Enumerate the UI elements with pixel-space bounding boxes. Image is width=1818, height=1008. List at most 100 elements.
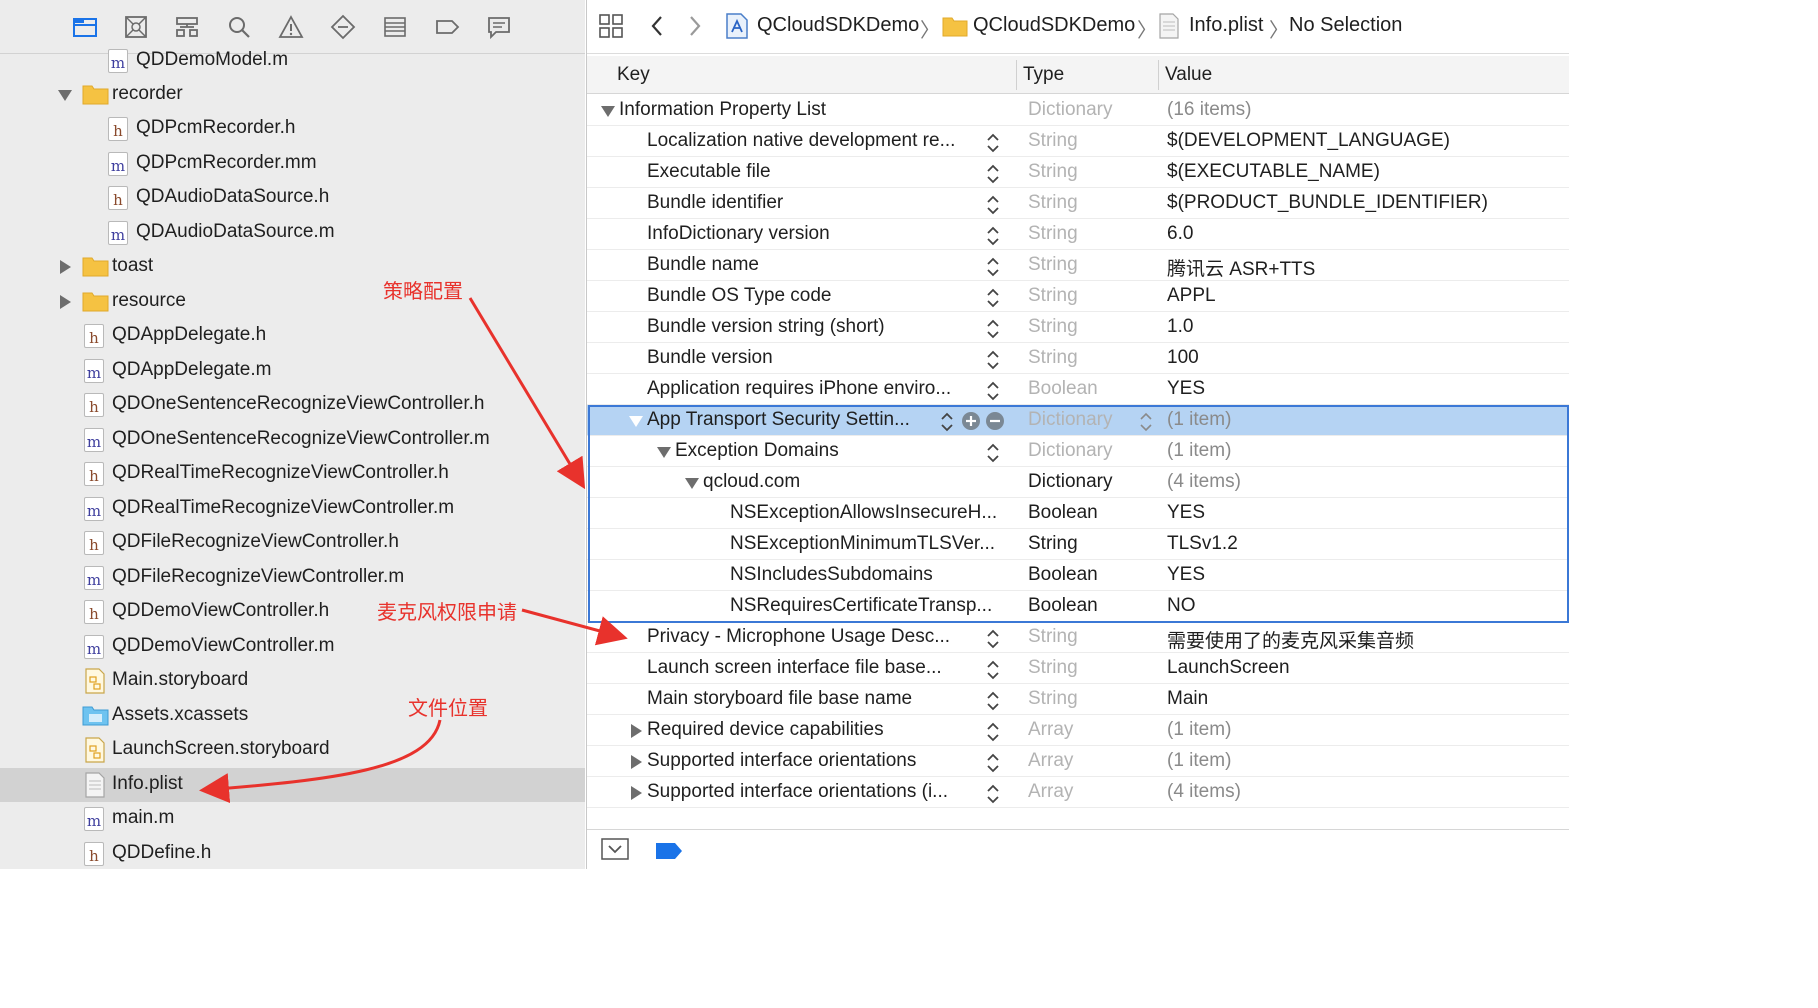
plist-row[interactable]: Bundle version string (short) String 1.0 [587, 312, 1569, 343]
disclosure-expanded-icon[interactable] [685, 476, 699, 490]
plist-row[interactable]: Supported interface orientations (i... Ar… [587, 777, 1569, 808]
plist-row[interactable]: Main storyboard file base name String Main [587, 684, 1569, 715]
plist-key[interactable]: NSExceptionAllowsInsecureH... [730, 502, 997, 524]
plist-type[interactable]: String [1028, 316, 1078, 338]
plist-row[interactable]: NSExceptionMinimumTLSVer... String TLSv1.2 [587, 529, 1569, 560]
plist-key[interactable]: Required device capabilities [647, 719, 884, 741]
key-stepper-icon[interactable] [985, 659, 1001, 681]
navigator-file-row[interactable]: LaunchScreen.storyboard [0, 733, 585, 767]
plist-key[interactable]: App Transport Security Settin... [647, 409, 910, 431]
key-stepper-icon[interactable] [985, 380, 1001, 402]
source-control-icon[interactable] [121, 12, 151, 42]
plist-value[interactable]: (4 items) [1167, 781, 1241, 803]
plist-type[interactable]: String [1028, 347, 1078, 369]
plist-key[interactable]: Information Property List [619, 99, 826, 121]
key-stepper-icon[interactable] [985, 132, 1001, 154]
navigator-file-row[interactable]: m QDAppDelegate.m [0, 354, 585, 388]
plist-value[interactable]: (1 item) [1167, 719, 1231, 741]
key-stepper-icon[interactable] [985, 225, 1001, 247]
plist-type[interactable]: Dictionary [1028, 409, 1112, 431]
plist-row[interactable]: App Transport Security Settin... Dictiona… [587, 405, 1569, 436]
plist-row[interactable]: Information Property List Dictionary (16 i… [587, 95, 1569, 126]
plist-type[interactable]: Boolean [1028, 378, 1098, 400]
plist-key[interactable]: NSIncludesSubdomains [730, 564, 933, 586]
plist-key[interactable]: Launch screen interface file base... [647, 657, 942, 679]
key-stepper-icon[interactable] [985, 628, 1001, 650]
navigator-file-row[interactable]: h QDPcmRecorder.h [0, 112, 585, 146]
plist-type[interactable]: String [1028, 285, 1078, 307]
plist-key[interactable]: Supported interface orientations (i... [647, 781, 948, 803]
plist-row[interactable]: Localization native development re... Str… [587, 126, 1569, 157]
disclosure-collapsed-icon[interactable] [58, 260, 72, 274]
plist-key[interactable]: NSRequiresCertificateTransp... [730, 595, 992, 617]
plist-value[interactable]: 1.0 [1167, 316, 1193, 338]
plist-type[interactable]: Boolean [1028, 595, 1098, 617]
type-stepper-icon[interactable] [1138, 411, 1154, 433]
key-stepper-icon[interactable] [985, 163, 1001, 185]
back-chevron-icon[interactable] [649, 13, 665, 45]
plist-key[interactable]: Bundle name [647, 254, 759, 276]
plist-key[interactable]: Supported interface orientations [647, 750, 916, 772]
key-column-header[interactable]: Key [617, 64, 650, 86]
plist-type[interactable]: String [1028, 223, 1078, 245]
plist-row[interactable]: Bundle OS Type code String APPL [587, 281, 1569, 312]
plist-row[interactable]: Launch screen interface file base... Stri… [587, 653, 1569, 684]
navigator-file-row[interactable]: m QDAudioDataSource.m [0, 216, 585, 250]
report-icon[interactable] [484, 12, 514, 42]
plist-type[interactable]: String [1028, 626, 1078, 648]
disclosure-collapsed-icon[interactable] [58, 295, 72, 309]
plist-value[interactable]: $(PRODUCT_BUNDLE_IDENTIFIER) [1167, 192, 1488, 214]
plist-key[interactable]: Bundle version string (short) [647, 316, 885, 338]
key-stepper-icon[interactable] [985, 690, 1001, 712]
key-stepper-icon[interactable] [985, 287, 1001, 309]
key-stepper-icon[interactable] [985, 256, 1001, 278]
hierarchy-icon[interactable] [172, 12, 202, 42]
plist-row[interactable]: Bundle name String 腾讯云 ASR+TTS [587, 250, 1569, 281]
plist-type[interactable]: String [1028, 192, 1078, 214]
plist-row[interactable]: InfoDictionary version String 6.0 [587, 219, 1569, 250]
plist-row[interactable]: NSIncludesSubdomains Boolean YES [587, 560, 1569, 591]
navigator-file-row[interactable]: m QDDemoViewController.m [0, 630, 585, 664]
plist-key[interactable]: Exception Domains [675, 440, 839, 462]
remove-item-icon[interactable] [985, 411, 1005, 431]
plist-row[interactable]: Exception Domains Dictionary (1 item) [587, 436, 1569, 467]
column-divider[interactable] [1016, 60, 1017, 90]
plist-row[interactable]: Executable file String $(EXECUTABLE_NAME) [587, 157, 1569, 188]
plist-value[interactable]: Main [1167, 688, 1208, 710]
key-stepper-icon[interactable] [939, 411, 955, 433]
plist-value[interactable]: YES [1167, 564, 1205, 586]
plist-value[interactable]: $(DEVELOPMENT_LANGUAGE) [1167, 130, 1450, 152]
plist-type[interactable]: String [1028, 254, 1078, 276]
plist-value[interactable]: APPL [1167, 285, 1216, 307]
plist-type[interactable]: Array [1028, 719, 1073, 741]
jumpbar-group[interactable]: QCloudSDKDemo [973, 14, 1135, 37]
plist-value[interactable]: 腾讯云 ASR+TTS [1167, 254, 1315, 281]
key-stepper-icon[interactable] [985, 721, 1001, 743]
plist-row[interactable]: Bundle identifier String $(PRODUCT_BUNDLE_… [587, 188, 1569, 219]
navigator-file-row[interactable]: Info.plist [0, 768, 585, 802]
key-stepper-icon[interactable] [985, 752, 1001, 774]
navigator-file-row[interactable]: m QDDemoModel.m [0, 44, 585, 78]
disclosure-expanded-icon[interactable] [601, 104, 615, 118]
jumpbar-file[interactable]: Info.plist [1189, 14, 1263, 37]
jumpbar-project[interactable]: QCloudSDKDemo [757, 14, 919, 37]
key-stepper-icon[interactable] [985, 318, 1001, 340]
plist-value[interactable]: 需要使用了的麦克风采集音频 [1167, 626, 1414, 653]
plist-value[interactable]: 6.0 [1167, 223, 1193, 245]
plist-type[interactable]: Array [1028, 781, 1073, 803]
plist-value[interactable]: (16 items) [1167, 99, 1251, 121]
plist-value[interactable]: LaunchScreen [1167, 657, 1290, 679]
column-divider[interactable] [1158, 60, 1159, 90]
plist-key[interactable]: Executable file [647, 161, 771, 183]
plist-row[interactable]: NSRequiresCertificateTransp... Boolean NO [587, 591, 1569, 622]
add-item-icon[interactable] [961, 411, 981, 431]
debug-icon[interactable] [380, 12, 410, 42]
disclosure-expanded-icon[interactable] [58, 88, 72, 102]
jumpbar-selection[interactable]: No Selection [1289, 14, 1402, 37]
plist-key[interactable]: NSExceptionMinimumTLSVer... [730, 533, 995, 555]
forward-chevron-icon[interactable] [687, 13, 703, 45]
plist-type[interactable]: String [1028, 657, 1078, 679]
key-stepper-icon[interactable] [985, 349, 1001, 371]
plist-row[interactable]: Bundle version String 100 [587, 343, 1569, 374]
plist-key[interactable]: Localization native development re... [647, 130, 955, 152]
